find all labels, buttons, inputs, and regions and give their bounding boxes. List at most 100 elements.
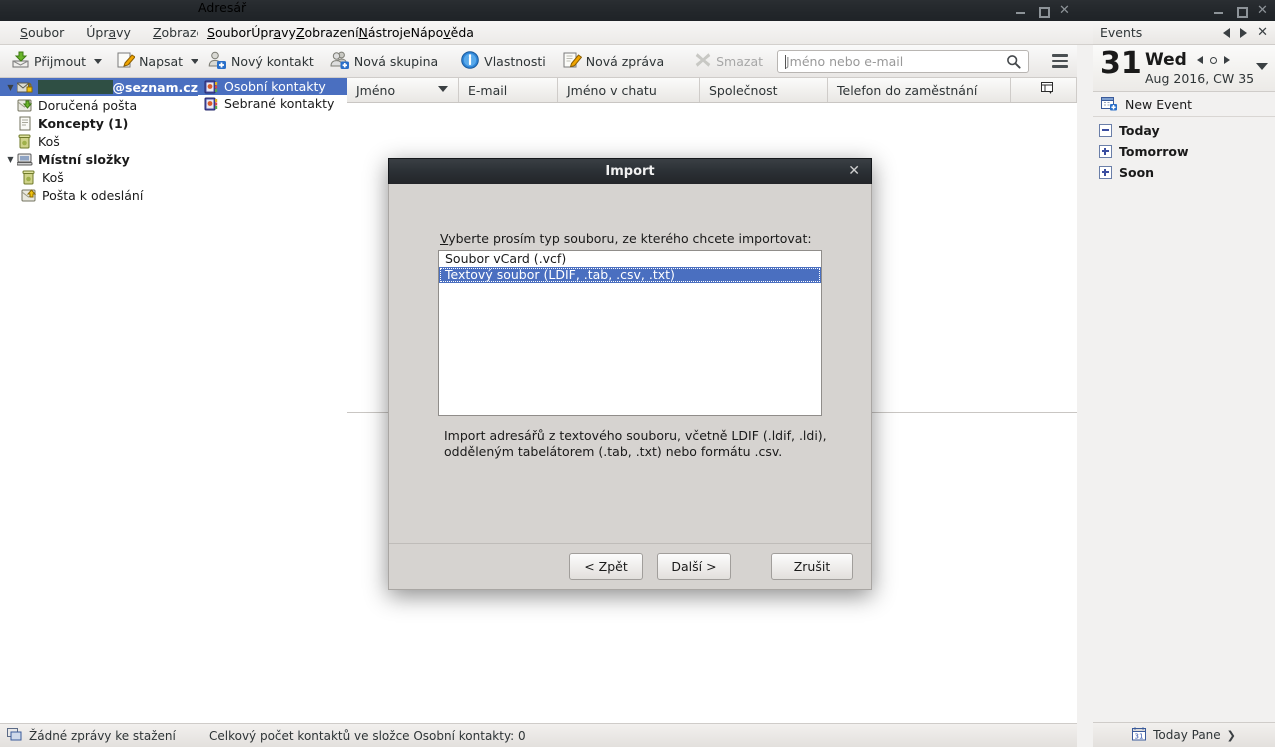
column-label-telefon: Telefon do zaměstnání — [837, 82, 978, 98]
previous-day-icon[interactable] — [1197, 56, 1203, 64]
menu-upravy[interactable]: Úpravy — [251, 25, 296, 40]
today-icon[interactable] — [1210, 56, 1217, 64]
hamburger-line — [1052, 59, 1068, 63]
properties-button[interactable]: Vlastnosti — [457, 48, 549, 75]
column-header-spolecnost[interactable]: Společnost — [700, 78, 828, 102]
maximize-button[interactable] — [1037, 5, 1050, 18]
folder-row-account[interactable]: ▼ @seznam.cz — [0, 78, 198, 96]
column-picker-button[interactable] — [1011, 78, 1077, 102]
drafts-icon — [17, 116, 34, 131]
today-pane-statusbar[interactable]: 31 Today Pane ❯ — [1093, 722, 1275, 747]
import-type-listbox[interactable]: Soubor vCard (.vcf) Textový soubor (LDIF… — [438, 250, 822, 416]
app-menu-icon[interactable] — [1049, 51, 1071, 71]
menu-upravy[interactable]: Úpravy — [75, 23, 142, 42]
import-description-line1: Import adresářů z textového souboru, vče… — [444, 428, 827, 443]
folder-pane[interactable]: ▼ @seznam.cz Doručená pošta Koncepty (1)… — [0, 78, 199, 723]
chevron-down-icon[interactable] — [1256, 63, 1268, 70]
directory-row-personal[interactable]: Osobní kontakty — [198, 78, 347, 95]
chevron-down-icon[interactable] — [94, 58, 103, 64]
new-message-button[interactable]: Nová zpráva — [559, 48, 667, 75]
close-icon[interactable]: ✕ — [1257, 4, 1268, 17]
chevron-down-icon[interactable]: ❯ — [1227, 729, 1236, 742]
import-dialog-titlebar: Import ✕ — [388, 158, 872, 184]
folder-row-local-trash[interactable]: Koš — [0, 168, 198, 186]
folder-row-local-folders[interactable]: ▼ Místní složky — [0, 150, 198, 168]
new-contact-icon — [207, 50, 227, 73]
folder-row-drafts[interactable]: Koncepty (1) — [0, 114, 198, 132]
events-section-tomorrow-label: Tomorrow — [1119, 144, 1189, 159]
search-icon[interactable] — [1006, 54, 1021, 69]
directory-label-collected: Sebrané kontakty — [224, 96, 335, 111]
close-icon[interactable]: ✕ — [1059, 4, 1070, 17]
close-events-icon[interactable]: ✕ — [1257, 26, 1268, 39]
calendar-icon: 31 — [1132, 727, 1147, 744]
maximize-button[interactable] — [1235, 5, 1248, 18]
previous-arrow-icon[interactable] — [1223, 27, 1231, 38]
trash-icon — [21, 170, 38, 185]
next-button[interactable]: Další > — [657, 553, 731, 580]
next-arrow-icon[interactable] — [1240, 27, 1248, 38]
back-button[interactable]: < Zpět — [569, 553, 643, 580]
close-icon[interactable]: ✕ — [848, 163, 860, 179]
folder-label-local-folders: Místní složky — [38, 151, 130, 167]
account-icon — [16, 80, 34, 95]
column-header-telefon[interactable]: Telefon do zaměstnání — [828, 78, 1011, 102]
column-header-chat[interactable]: Jméno v chatu — [558, 78, 700, 102]
write-button[interactable]: Napsat — [113, 48, 202, 74]
receive-button[interactable]: Přijmout — [8, 48, 105, 74]
contacts-column-header: Jméno E-mail Jméno v chatu Společnost Te… — [347, 78, 1077, 103]
addressbook-titlebar: Adresář ✕ — [198, 0, 1077, 22]
column-header-email[interactable]: E-mail — [459, 78, 558, 102]
expand-icon[interactable] — [1099, 145, 1112, 158]
cancel-button[interactable]: Zrušit — [771, 553, 853, 580]
menu-napoveda[interactable]: Nápověda — [411, 25, 474, 40]
column-label-spolecnost: Společnost — [709, 82, 778, 98]
new-contact-button[interactable]: Nový kontakt — [204, 48, 317, 75]
today-pane: ✕ Events ✕ 31 Wed Aug 2016, CW 35 New Ev… — [1093, 0, 1275, 747]
search-placeholder: Jméno nebo e-mail — [786, 53, 904, 69]
folder-label-trash: Koš — [38, 133, 60, 149]
events-section-soon[interactable]: Soon — [1093, 162, 1275, 183]
hamburger-line — [1052, 54, 1068, 57]
folder-row-trash[interactable]: Koš — [0, 132, 198, 150]
events-section-today[interactable]: Today — [1093, 120, 1275, 141]
import-option-text[interactable]: Textový soubor (LDIF, .tab, .csv, .txt) — [439, 267, 821, 283]
events-section-tomorrow[interactable]: Tomorrow — [1093, 141, 1275, 162]
collapse-icon[interactable] — [1099, 124, 1112, 137]
new-event-button[interactable]: New Event — [1093, 92, 1275, 117]
receive-button-label: Přijmout — [34, 53, 87, 69]
receive-mail-icon — [11, 50, 30, 72]
import-option-vcard[interactable]: Soubor vCard (.vcf) — [439, 251, 821, 267]
addressbook-menubar: Soubor Úpravy Zobrazení Nástroje Nápověd… — [198, 21, 1077, 45]
expand-icon[interactable] — [1099, 166, 1112, 179]
menu-zobrazeni[interactable]: Zobrazení — [296, 25, 359, 40]
twisty-expanded-icon[interactable]: ▼ — [4, 155, 17, 164]
new-message-icon — [562, 50, 582, 73]
directory-pane[interactable]: Osobní kontakty Sebrané kontakty — [198, 78, 348, 723]
folder-label-inbox: Doručená pošta — [38, 97, 138, 113]
hamburger-line — [1052, 65, 1068, 68]
write-mail-icon — [116, 50, 136, 72]
next-day-icon[interactable] — [1224, 56, 1230, 64]
events-header-nav: ✕ — [1223, 26, 1268, 39]
today-pane-window-buttons: ✕ — [1213, 0, 1268, 21]
menu-soubor[interactable]: Soubor — [207, 25, 251, 40]
new-group-button[interactable]: Nová skupina — [327, 48, 441, 75]
import-prompt-rest: yberte prosím typ souboru, ze kterého ch… — [448, 231, 812, 246]
column-header-jmeno[interactable]: Jméno — [347, 78, 459, 102]
svg-text:31: 31 — [1135, 732, 1144, 740]
folder-row-outbox[interactable]: Pošta k odeslání — [0, 186, 198, 204]
search-input[interactable]: Jméno nebo e-mail — [777, 49, 1029, 73]
delete-button: Smazat — [691, 49, 766, 74]
folder-row-inbox[interactable]: Doručená pošta — [0, 96, 198, 114]
directory-label-personal: Osobní kontakty — [224, 79, 326, 94]
menu-soubor[interactable]: Soubor — [9, 23, 75, 42]
events-sections: Today Tomorrow Soon — [1093, 120, 1275, 183]
minimize-button[interactable] — [1015, 5, 1026, 16]
minimize-button[interactable] — [1213, 5, 1224, 16]
menu-nastroje[interactable]: Nástroje — [359, 25, 411, 40]
text-cursor — [785, 54, 786, 69]
directory-row-collected[interactable]: Sebrané kontakty — [198, 95, 347, 112]
import-description-line2: odděleným tabelátorem (.tab, .txt) nebo … — [444, 444, 783, 459]
twisty-expanded-icon[interactable]: ▼ — [4, 83, 17, 92]
